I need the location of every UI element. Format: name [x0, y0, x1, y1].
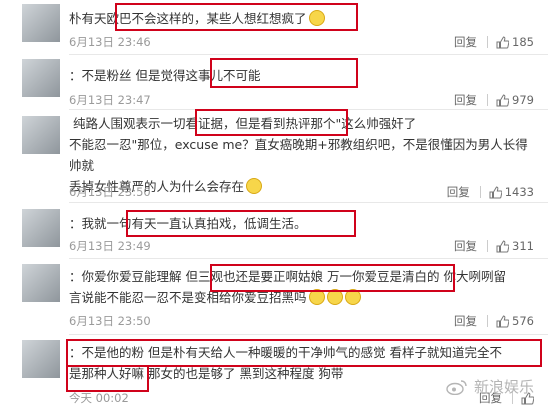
comment-date: 6月13日 23:46: [69, 35, 151, 49]
comment-body-line2: 言说能不能忍一忍不是变相给你爱豆招黑吗: [69, 290, 307, 305]
avatar[interactable]: [22, 59, 60, 97]
like-icon[interactable]: [496, 35, 510, 49]
avatar[interactable]: [22, 116, 60, 154]
like-icon[interactable]: [496, 314, 510, 328]
comment-body: ：你爱你爱豆能理解: [69, 269, 182, 284]
avatar[interactable]: [22, 340, 60, 378]
avatar[interactable]: [22, 4, 60, 42]
highlighted-text: ：我就一句有天一直认真拍戏，低调生活。: [69, 216, 307, 231]
like-count: 979: [512, 93, 534, 107]
emoji-icon: [308, 10, 325, 26]
comment-1: 朴有天欧巴不会这样的，某些人想红想疯了 6月13日 23:46 回复 185: [0, 0, 548, 55]
divider: [487, 94, 489, 106]
comment-date: 6月13日 23:49: [69, 239, 151, 253]
comment-body: ，但是看到热评那个"这么帅强奸了: [223, 116, 417, 131]
comment-date: 今天 00:02: [69, 391, 129, 405]
comment-date: 6月13日 23:50: [69, 314, 151, 328]
divider: [479, 186, 481, 198]
comment-5: ：你爱你爱豆能理解 但三观也还是要正啊姑娘 万一你爱豆是清白的 你大咧咧留 言说能不…: [0, 258, 548, 335]
highlighted-text-line2: 是那种人好嘛: [69, 366, 145, 381]
comment-actions: 回复 185: [454, 34, 534, 50]
comment-text: ：我就一句有天一直认真拍戏，低调生活。: [69, 213, 536, 234]
divider: [487, 315, 489, 327]
divider: [487, 240, 489, 252]
emoji-icon: [246, 178, 263, 194]
comment-date: 6月13日 23:47: [69, 93, 151, 107]
comment-actions: 回复 576: [454, 313, 534, 329]
comment-body-line2: 不能忍一忍"那位，excuse me？直女癌晚期+邪教组织吧，不是很懂因为男人长…: [69, 137, 528, 173]
avatar[interactable]: [22, 264, 60, 302]
like-icon[interactable]: [496, 239, 510, 253]
like-count: 185: [512, 35, 534, 49]
emoji-icon: [326, 289, 343, 305]
comment-6: ：不是他的粉 但是朴有天给人一种暖暖的干净帅气的感觉 看样子就知道完全不 是那种…: [0, 334, 548, 415]
like-count: 1433: [504, 185, 534, 199]
comment-3: 纯路人围观表示一切看证据，但是看到热评那个"这么帅强奸了 不能忍一忍"那位，ex…: [0, 110, 548, 203]
comment-text: ：不是粉丝 但是觉得这事儿不可能: [69, 65, 536, 86]
like-icon[interactable]: [489, 185, 502, 199]
comment-actions: 回复 979: [454, 92, 534, 108]
comment-actions: 回复 311: [454, 238, 534, 254]
watermark: 新浪娱乐: [446, 376, 534, 397]
reply-button[interactable]: 回复: [454, 313, 477, 329]
comment-text: ：你爱你爱豆能理解 但三观也还是要正啊姑娘 万一你爱豆是清白的 你大咧咧留 言说能不…: [69, 266, 536, 308]
emoji-icon: [308, 289, 325, 305]
reply-button[interactable]: 回复: [454, 92, 477, 108]
like-icon[interactable]: [496, 93, 510, 107]
like-count: 576: [512, 314, 534, 328]
comment-2: ：不是粉丝 但是觉得这事儿不可能 6月13日 23:47 回复 979: [0, 55, 548, 110]
highlighted-text: 但是觉得这事儿不可能: [135, 68, 261, 83]
highlighted-text: 但三观也还是要正啊姑娘 万一你爱豆是清白的: [185, 269, 440, 284]
emoji-icon: [344, 289, 361, 305]
highlighted-text: ：不是他的粉 但是朴有天给人一种暖暖的干净帅气的感觉 看样子就知道完全不: [69, 345, 502, 360]
comment-text: 朴有天欧巴不会这样的，某些人想红想疯了: [69, 8, 536, 29]
weibo-logo-icon: [446, 379, 467, 395]
like-count: 311: [512, 239, 534, 253]
divider: [487, 36, 489, 48]
comment-body-tail: 你大咧咧留: [443, 269, 507, 284]
comment-body: ：不是粉丝: [69, 68, 136, 83]
comment-4: ：我就一句有天一直认真拍戏，低调生活。 6月13日 23:49 回复 311: [0, 203, 548, 259]
avatar[interactable]: [22, 209, 60, 247]
reply-button[interactable]: 回复: [447, 184, 470, 200]
comment-actions: 回复 1433: [447, 184, 534, 200]
comment-date: 6月13日 23:50: [69, 185, 151, 199]
comment-body: 那女的也是够了 黑到这种程度 狗带: [144, 366, 344, 381]
reply-button[interactable]: 回复: [454, 238, 477, 254]
comment-body: 朴有天欧巴不会这样的，某些人想红想疯了: [69, 11, 307, 26]
reply-button[interactable]: 回复: [454, 34, 477, 50]
watermark-text: 新浪娱乐: [473, 378, 534, 396]
highlighted-text: 纯路人围观表示一切看证据: [73, 116, 224, 131]
